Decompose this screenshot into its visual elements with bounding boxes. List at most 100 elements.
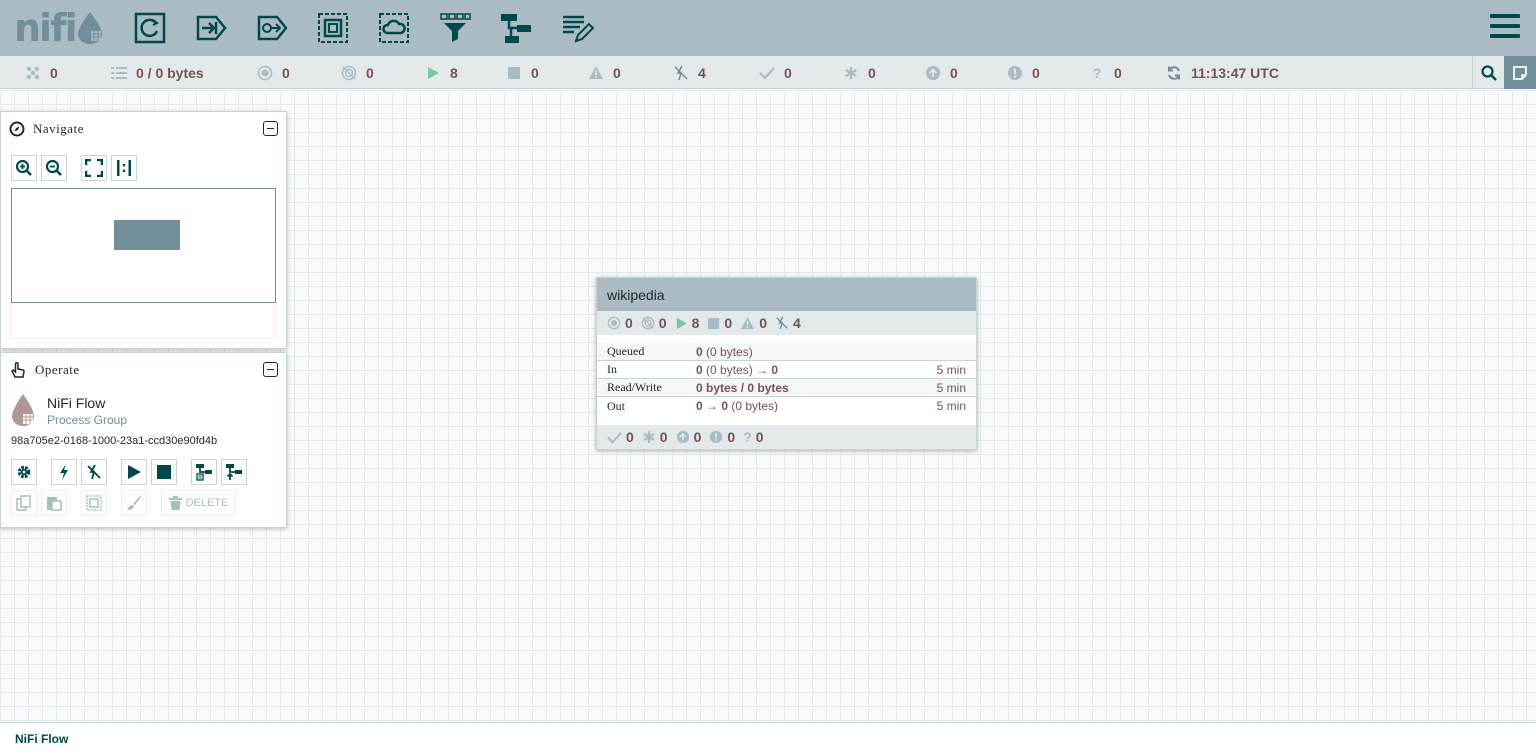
queued-label: Queued: [607, 344, 645, 358]
stopped-stat: 0: [505, 56, 539, 89]
transmitting-value: 0: [282, 64, 290, 81]
delete-button[interactable]: DELETE: [161, 490, 236, 516]
active-threads-stat: 0: [24, 56, 58, 89]
running-stat: 8: [424, 56, 458, 89]
operate-panel: Operate NiFi Flow Process Group 98a705e2…: [0, 352, 287, 528]
stale-stat: 0: [924, 56, 958, 89]
disabled-stat: 4: [672, 56, 706, 89]
fit-screen-button[interactable]: [81, 155, 107, 181]
pg-not-transmitting-count: 0: [641, 315, 667, 331]
zoom-in-icon: [15, 159, 32, 176]
global-menu-button[interactable]: [1490, 14, 1520, 40]
asterisk-icon: [642, 430, 656, 444]
pg-up-to-date-value: 0: [626, 429, 634, 445]
up-to-date-value: 0: [784, 64, 792, 81]
enable-button[interactable]: [51, 459, 77, 485]
read-write-bytes: 0 bytes / 0 bytes: [696, 380, 789, 395]
queued-value: 0 (0 bytes): [696, 345, 753, 359]
pg-sync-failure-value: 0: [727, 429, 736, 445]
invalid-stat: 0: [587, 56, 621, 89]
add-remote-process-group-button[interactable]: [374, 8, 414, 48]
expand-icon: [85, 159, 103, 177]
collapse-navigate-button[interactable]: [263, 121, 278, 136]
add-input-port-button[interactable]: [191, 8, 231, 48]
pg-not-transmitting-value: 0: [658, 315, 667, 331]
flow-status-bar: 0 0 / 0 bytes 0 0 8 0 0 4 0 0 0 0 ? 0 11…: [0, 56, 1536, 89]
actual-size-button[interactable]: [111, 155, 137, 181]
pg-stopped-value: 0: [724, 315, 733, 331]
play-icon: [675, 317, 688, 330]
breadcrumb-nifi-flow[interactable]: NiFi Flow: [15, 732, 68, 746]
list-icon: [110, 66, 128, 80]
pg-in-row: In 0 (0 bytes) → 0 5 min: [597, 361, 976, 379]
disable-button[interactable]: [81, 459, 107, 485]
disabled-value: 4: [698, 64, 706, 81]
check-icon: [758, 66, 776, 80]
start-button[interactable]: [121, 459, 147, 485]
disable-icon: [87, 464, 101, 480]
refresh-stat[interactable]: 11:13:47 UTC: [1165, 56, 1279, 89]
pg-transmitting-count: 0: [607, 315, 633, 331]
check-icon: [607, 431, 622, 444]
unknown-value: 0: [1114, 64, 1122, 81]
in-size: (0 bytes) →: [702, 362, 772, 377]
operate-title: Operate: [35, 362, 80, 377]
pg-disabled-count: 4: [775, 315, 801, 331]
pg-up-to-date-count: 0: [607, 429, 634, 445]
stale-value: 0: [950, 64, 958, 81]
last-refreshed-value: 11:13:47 UTC: [1191, 64, 1279, 81]
paste-button[interactable]: [41, 490, 67, 516]
queued-value: 0 / 0 bytes: [136, 64, 204, 81]
add-template-button[interactable]: [496, 8, 536, 48]
birdseye-view[interactable]: [11, 188, 276, 303]
active-threads-value: 0: [50, 64, 58, 81]
not-transmitting-stat: 0: [340, 56, 374, 89]
queued-stat: 0 / 0 bytes: [110, 56, 204, 89]
arrow-up-circle-icon: [924, 65, 942, 81]
pg-stopped-count: 0: [707, 315, 732, 331]
change-color-button[interactable]: [121, 490, 147, 516]
add-processor-button[interactable]: [130, 8, 170, 48]
label-icon: [563, 15, 594, 43]
upload-template-button[interactable]: [221, 459, 247, 485]
drop-logo-icon: [77, 12, 102, 44]
copy-button[interactable]: [11, 490, 37, 516]
birdseye-footer: [11, 303, 276, 339]
add-process-group-button[interactable]: [313, 8, 353, 48]
configure-button[interactable]: [11, 459, 37, 485]
process-group-header[interactable]: wikipedia: [597, 278, 976, 311]
add-output-port-button[interactable]: [252, 8, 292, 48]
arrow-up-circle-icon: [676, 430, 690, 444]
in-value: 0 (0 bytes) → 0: [696, 363, 778, 377]
up-to-date-stat: 0: [758, 56, 792, 89]
pg-out-row: Out 0 → 0 (0 bytes) 5 min: [597, 397, 976, 415]
input-port-icon: [196, 15, 227, 41]
collapse-operate-button[interactable]: [263, 362, 278, 377]
navigate-panel: Navigate: [0, 111, 287, 349]
refresh-icon[interactable]: [1165, 65, 1183, 81]
zoom-out-button[interactable]: [41, 155, 67, 181]
search-button[interactable]: [1472, 56, 1504, 89]
exclamation-circle-icon: [1006, 65, 1024, 81]
group-icon: [86, 495, 102, 511]
group-button[interactable]: [81, 490, 107, 516]
process-group-wikipedia[interactable]: wikipedia 0 0 8 0 0 4 Queued 0 (0 bytes)…: [596, 277, 977, 450]
stop-button[interactable]: [151, 459, 177, 485]
process-group-version-counts: 0 0 0 0 ? 0: [597, 425, 976, 449]
gear-icon: [17, 465, 31, 479]
bulletin-board-button[interactable]: [1504, 56, 1536, 89]
pg-sync-failure-count: 0: [709, 429, 735, 445]
out-size: (0 bytes): [728, 399, 779, 413]
zoom-in-button[interactable]: [11, 155, 37, 181]
processor-icon: [134, 12, 166, 44]
add-label-button[interactable]: [557, 8, 597, 48]
out-value: 0 → 0 (0 bytes): [696, 399, 778, 413]
add-funnel-button[interactable]: [435, 8, 475, 48]
top-header: nifi: [0, 0, 1536, 56]
navigate-title: Navigate: [33, 121, 84, 136]
operate-header: Operate: [1, 353, 286, 387]
create-template-button[interactable]: [191, 459, 217, 485]
nifi-logo: nifi: [14, 6, 104, 50]
play-icon: [128, 465, 141, 479]
sync-failure-value: 0: [1032, 64, 1040, 81]
